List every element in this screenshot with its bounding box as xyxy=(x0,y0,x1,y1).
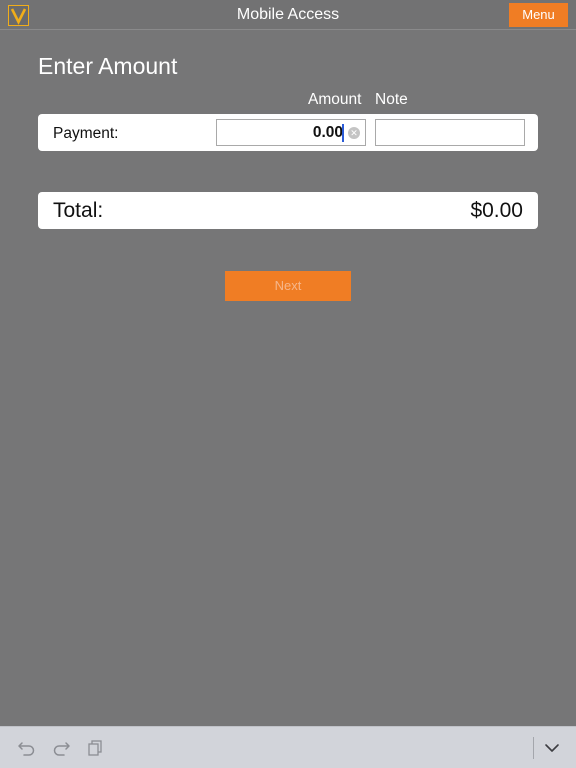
note-input[interactable] xyxy=(375,119,525,146)
keyboard-dismiss-icon[interactable] xyxy=(542,739,562,757)
next-button[interactable]: Next xyxy=(225,271,351,301)
total-value: $0.00 xyxy=(470,199,523,222)
clear-icon[interactable]: ✕ xyxy=(348,127,360,139)
enter-amount-heading: Enter Amount xyxy=(38,53,178,79)
payment-row: Payment: 0.00 ✕ xyxy=(38,114,538,151)
app-window: Mobile Access Menu Enter Amount Amount N… xyxy=(0,0,576,768)
page-title: Mobile Access xyxy=(236,6,340,23)
paste-icon[interactable] xyxy=(86,739,106,757)
menu-button[interactable]: Menu xyxy=(509,3,568,27)
undo-icon[interactable] xyxy=(17,739,37,757)
total-label: Total: xyxy=(53,199,104,222)
payment-label: Payment: xyxy=(53,125,119,142)
redo-icon[interactable] xyxy=(51,739,71,757)
note-column-header: Note xyxy=(375,91,408,108)
toolbar-divider xyxy=(533,737,534,759)
amount-column-header: Amount xyxy=(308,91,362,108)
text-caret xyxy=(342,124,344,142)
amount-input-value: 0.00 xyxy=(312,124,343,141)
keyboard-accessory-bar xyxy=(0,726,576,768)
navigation-bar: Mobile Access Menu xyxy=(0,0,576,30)
amount-input[interactable]: 0.00 ✕ xyxy=(216,119,366,146)
total-row: Total: $0.00 xyxy=(38,192,538,229)
